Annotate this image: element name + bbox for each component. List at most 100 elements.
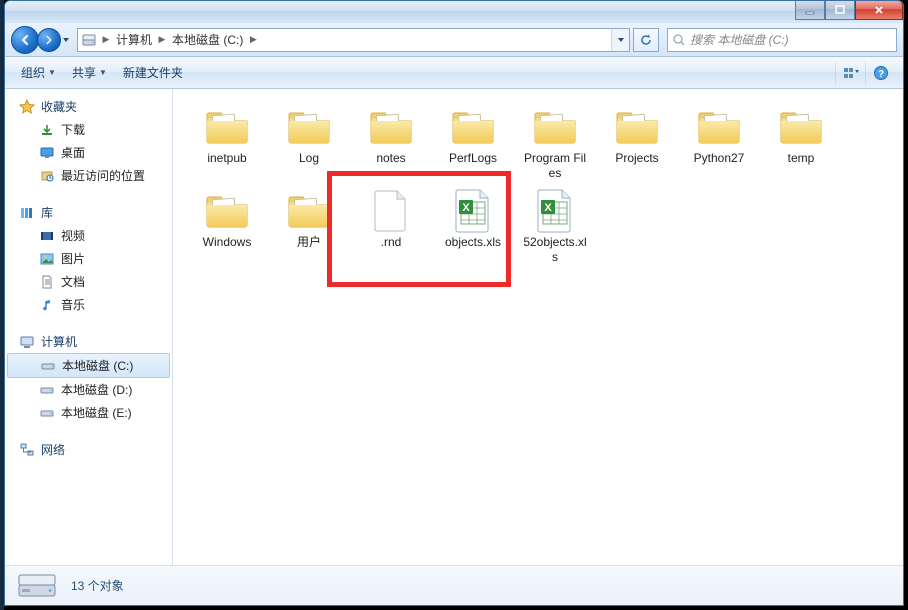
sidebar-item-label: 下载	[61, 121, 85, 138]
nav-header-label: 收藏夹	[41, 98, 77, 115]
libraries-icon	[19, 205, 35, 221]
nav-header-libraries[interactable]: 库	[5, 201, 172, 224]
breadcrumb-computer[interactable]: 计算机	[112, 29, 156, 51]
breadcrumb-drive-c[interactable]: 本地磁盘 (C:)	[168, 29, 247, 51]
folder-icon	[777, 105, 825, 149]
sidebar-item-label: 文档	[61, 273, 85, 290]
file-item[interactable]: temp	[765, 103, 837, 183]
nav-header-network[interactable]: 网络	[5, 438, 172, 461]
folder-icon	[203, 189, 251, 233]
address-dropdown[interactable]	[611, 29, 629, 51]
nav-group-favorites: 收藏夹 下载 桌面 最近访问的位置	[5, 95, 172, 187]
file-icon	[367, 189, 415, 233]
file-label: temp	[788, 151, 815, 166]
drive-icon	[40, 358, 56, 374]
back-button[interactable]	[11, 26, 39, 54]
view-options-button[interactable]	[835, 61, 865, 85]
status-count: 13 个对象	[71, 577, 124, 594]
sidebar-item-music[interactable]: 音乐	[5, 293, 172, 316]
nav-history-dropdown[interactable]	[61, 30, 71, 50]
svg-text:?: ?	[877, 69, 883, 80]
file-label: Python27	[694, 151, 745, 166]
sidebar-item-documents[interactable]: 文档	[5, 270, 172, 293]
search-placeholder: 搜索 本地磁盘 (C:)	[690, 31, 789, 48]
sidebar: 收藏夹 下载 桌面 最近访问的位置 库	[5, 89, 173, 565]
file-label: .rnd	[381, 235, 402, 250]
file-item[interactable]: Program Files	[519, 103, 591, 183]
file-label: objects.xls	[445, 235, 501, 250]
search-input[interactable]: 搜索 本地磁盘 (C:)	[667, 28, 897, 52]
nav-header-label: 网络	[41, 441, 65, 458]
recent-icon	[39, 168, 55, 184]
sidebar-item-label: 本地磁盘 (E:)	[61, 404, 132, 421]
file-item[interactable]: X 52objects.xls	[519, 187, 591, 267]
nav-header-favorites[interactable]: 收藏夹	[5, 95, 172, 118]
sidebar-item-drive-d[interactable]: 本地磁盘 (D:)	[5, 378, 172, 401]
help-button[interactable]: ?	[865, 61, 895, 85]
drive-icon	[39, 405, 55, 421]
file-label: inetpub	[207, 151, 246, 166]
file-item[interactable]: Projects	[601, 103, 673, 183]
document-icon	[39, 274, 55, 290]
picture-icon	[39, 251, 55, 267]
new-folder-label: 新建文件夹	[123, 64, 183, 81]
nav-buttons	[11, 26, 73, 54]
crumb-sep-icon[interactable]: ▶	[156, 34, 168, 45]
address-bar[interactable]: ▶ 计算机 ▶ 本地磁盘 (C:) ▶	[77, 28, 630, 52]
body: 收藏夹 下载 桌面 最近访问的位置 库	[5, 89, 903, 565]
folder-icon	[367, 105, 415, 149]
refresh-button[interactable]	[633, 28, 659, 52]
close-button[interactable]	[855, 1, 903, 20]
share-menu[interactable]: 共享 ▼	[64, 57, 115, 88]
network-icon	[19, 442, 35, 458]
crumb-sep-icon[interactable]: ▶	[100, 34, 112, 45]
file-item[interactable]: 用户	[273, 187, 345, 267]
chevron-down-icon: ▼	[99, 68, 107, 77]
explorer-window: ▶ 计算机 ▶ 本地磁盘 (C:) ▶ 搜索 本地磁盘 (C:)	[4, 0, 904, 606]
sidebar-item-desktop[interactable]: 桌面	[5, 141, 172, 164]
search-icon	[672, 33, 686, 47]
sidebar-item-recent[interactable]: 最近访问的位置	[5, 164, 172, 187]
sidebar-item-drive-e[interactable]: 本地磁盘 (E:)	[5, 401, 172, 424]
folder-icon	[531, 105, 579, 149]
sidebar-item-label: 本地磁盘 (C:)	[62, 357, 133, 374]
new-folder-button[interactable]: 新建文件夹	[115, 57, 191, 88]
excel-icon: X	[449, 189, 497, 233]
organize-menu[interactable]: 组织 ▼	[13, 57, 64, 88]
file-item[interactable]: Log	[273, 103, 345, 183]
nav-header-computer[interactable]: 计算机	[5, 330, 172, 353]
file-item[interactable]: .rnd	[355, 187, 427, 267]
file-label: notes	[376, 151, 405, 166]
content-area[interactable]: inetpub Log notes PerfLogs Program Files…	[173, 89, 903, 565]
file-item[interactable]: PerfLogs	[437, 103, 509, 183]
maximize-button[interactable]	[825, 1, 855, 20]
minimize-button[interactable]	[795, 1, 825, 20]
file-item[interactable]: X objects.xls	[437, 187, 509, 267]
download-icon	[39, 122, 55, 138]
nav-header-label: 库	[41, 204, 53, 221]
crumb-sep-icon[interactable]: ▶	[247, 34, 259, 45]
sidebar-item-pictures[interactable]: 图片	[5, 247, 172, 270]
sidebar-item-drive-c[interactable]: 本地磁盘 (C:)	[7, 353, 170, 378]
svg-text:X: X	[462, 202, 470, 214]
sidebar-item-label: 桌面	[61, 144, 85, 161]
forward-button[interactable]	[37, 28, 61, 52]
file-label: Projects	[615, 151, 658, 166]
file-label: Program Files	[521, 151, 589, 181]
file-item[interactable]: Windows	[191, 187, 263, 267]
folder-icon	[203, 105, 251, 149]
nav-group-libraries: 库 视频 图片 文档 音乐	[5, 201, 172, 316]
address-bar-row: ▶ 计算机 ▶ 本地磁盘 (C:) ▶ 搜索 本地磁盘 (C:)	[5, 23, 903, 57]
sidebar-item-label: 图片	[61, 250, 85, 267]
file-item[interactable]: notes	[355, 103, 427, 183]
sidebar-item-downloads[interactable]: 下载	[5, 118, 172, 141]
file-item[interactable]: Python27	[683, 103, 755, 183]
organize-label: 组织	[21, 64, 45, 81]
file-label: Log	[299, 151, 319, 166]
file-item[interactable]: inetpub	[191, 103, 263, 183]
file-label: 用户	[297, 235, 321, 250]
computer-icon	[19, 334, 35, 350]
sidebar-item-videos[interactable]: 视频	[5, 224, 172, 247]
star-icon	[19, 99, 35, 115]
drive-large-icon	[13, 570, 61, 602]
